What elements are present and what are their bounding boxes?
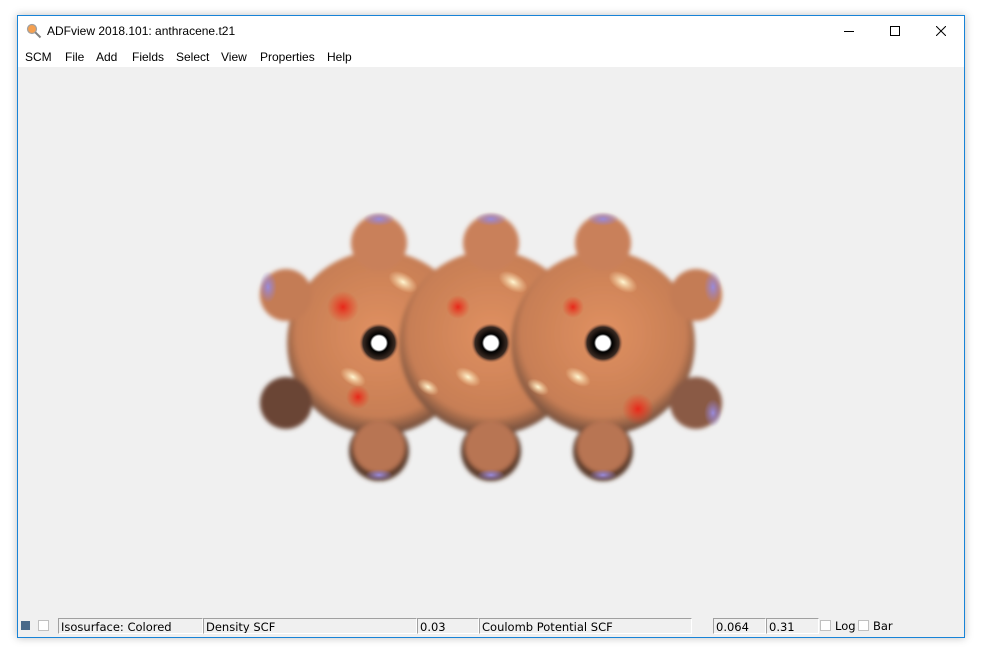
menu-scm[interactable]: SCM [25, 50, 52, 64]
menu-properties[interactable]: Properties [260, 50, 315, 64]
menu-select[interactable]: Select [176, 50, 209, 64]
menu-help[interactable]: Help [327, 50, 352, 64]
maximize-icon [890, 23, 900, 41]
minimize-button[interactable] [826, 16, 872, 47]
range-max-input[interactable]: 0.31 [766, 618, 819, 634]
bar-checkbox[interactable] [858, 620, 869, 631]
menu-fields[interactable]: Fields [132, 50, 164, 64]
log-checkbox[interactable] [820, 620, 831, 631]
maximize-button[interactable] [872, 16, 918, 47]
molecule-surface [259, 212, 722, 481]
adfview-window: ADFview 2018.101: anthracene.t21 SCM Fil… [17, 15, 965, 638]
log-label: Log [835, 619, 856, 633]
3d-viewport[interactable] [18, 67, 964, 617]
menu-bar: SCM File Add Fields Select View Properti… [18, 47, 964, 67]
color-field-selector[interactable]: Coulomb Potential SCF [479, 618, 692, 634]
visible-checkbox[interactable] [38, 620, 49, 631]
minimize-icon [844, 23, 854, 41]
title-bar: ADFview 2018.101: anthracene.t21 [18, 16, 964, 47]
close-icon [935, 23, 947, 41]
close-button[interactable] [918, 16, 964, 47]
isosurface-render[interactable] [18, 67, 964, 617]
iso-value-input[interactable]: 0.03 [417, 618, 479, 634]
range-min-input[interactable]: 0.064 [713, 618, 766, 634]
field-selector[interactable]: Density SCF [203, 618, 417, 634]
window-title: ADFview 2018.101: anthracene.t21 [47, 24, 236, 38]
magnifier-icon [26, 23, 42, 39]
bar-label: Bar [873, 619, 893, 633]
color-swatch[interactable] [21, 621, 30, 630]
menu-file[interactable]: File [65, 50, 84, 64]
menu-add[interactable]: Add [96, 50, 117, 64]
status-bar: Isosurface: Colored Density SCF 0.03 Cou… [18, 617, 964, 637]
menu-view[interactable]: View [221, 50, 247, 64]
surface-type-field[interactable]: Isosurface: Colored [58, 618, 203, 634]
